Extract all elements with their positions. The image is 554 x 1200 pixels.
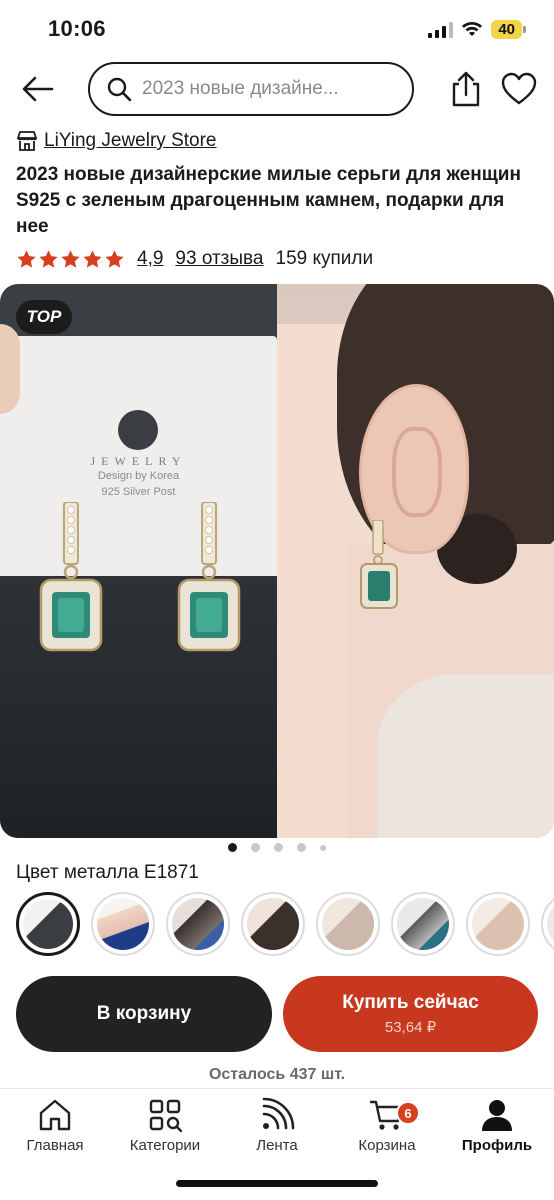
variant-swatch[interactable] bbox=[241, 892, 305, 956]
star-icon bbox=[105, 249, 124, 268]
nav-label: Корзина bbox=[358, 1137, 416, 1154]
battery-icon: 40 bbox=[491, 20, 526, 39]
variant-swatch[interactable] bbox=[91, 892, 155, 956]
swatch-thumbnail bbox=[547, 898, 554, 950]
profile-icon bbox=[482, 1100, 512, 1131]
heart-icon bbox=[501, 72, 537, 105]
rating-value[interactable]: 4,9 bbox=[137, 248, 163, 270]
stock-remaining: Осталось 437 шт. bbox=[208, 1066, 346, 1083]
nav-categories[interactable]: Категории bbox=[110, 1097, 220, 1154]
pagination-dot[interactable] bbox=[251, 843, 260, 852]
pagination-dot[interactable] bbox=[297, 843, 306, 852]
status-time: 10:06 bbox=[48, 16, 106, 41]
swatch-thumbnail bbox=[97, 898, 149, 950]
status-icons: 40 bbox=[428, 20, 526, 39]
star-icon bbox=[17, 249, 36, 268]
earring-right bbox=[177, 502, 241, 652]
status-bar: 10:06 40 bbox=[0, 0, 554, 58]
categories-icon bbox=[149, 1099, 183, 1133]
swatch-thumbnail bbox=[322, 898, 374, 950]
variant-label: Цвет металла E1871 bbox=[16, 862, 199, 883]
nav-label: Профиль bbox=[461, 1137, 533, 1154]
cart-count-badge: 6 bbox=[396, 1101, 420, 1125]
store-name: LiYing Jewelry Store bbox=[44, 130, 217, 151]
rating-row: 4,9 93 отзыва 159 купили bbox=[16, 248, 373, 270]
arrow-left-icon bbox=[22, 76, 54, 102]
add-to-cart-button[interactable]: В корзину bbox=[16, 976, 272, 1052]
top-badge: TOP bbox=[16, 300, 72, 334]
finger-shape bbox=[0, 324, 20, 414]
search-icon bbox=[107, 77, 132, 102]
variant-swatches bbox=[16, 892, 554, 956]
pagination-dot[interactable] bbox=[320, 844, 326, 851]
buy-now-label: Купить сейчас bbox=[342, 992, 479, 1013]
share-icon bbox=[452, 71, 480, 107]
swatch-thumbnail bbox=[247, 898, 299, 950]
swatch-thumbnail bbox=[172, 898, 224, 950]
signal-icon bbox=[428, 21, 454, 38]
swatch-thumbnail bbox=[23, 899, 73, 949]
star-icon bbox=[39, 249, 58, 268]
wifi-icon bbox=[462, 21, 483, 36]
pagination-dot[interactable] bbox=[228, 843, 237, 852]
buy-now-price: 53,64 ₽ bbox=[384, 1019, 437, 1036]
star-icon bbox=[83, 249, 102, 268]
shoulder-shape bbox=[377, 674, 554, 838]
feed-icon bbox=[262, 1097, 295, 1130]
swatch-thumbnail bbox=[397, 898, 449, 950]
reviews-link[interactable]: 93 отзыва bbox=[175, 248, 263, 270]
nav-profile[interactable]: Профиль bbox=[442, 1097, 552, 1154]
variant-swatch[interactable] bbox=[391, 892, 455, 956]
nav-home[interactable]: Главная bbox=[0, 1097, 110, 1154]
variant-swatch[interactable] bbox=[16, 892, 80, 956]
nav-label: Главная bbox=[26, 1137, 84, 1154]
pagination-dot[interactable] bbox=[274, 843, 283, 852]
star-icon bbox=[61, 249, 80, 268]
store-icon bbox=[17, 131, 37, 151]
ear-inner bbox=[392, 427, 442, 517]
card-design-text: Design by Korea bbox=[97, 470, 180, 482]
worn-earring bbox=[360, 520, 398, 609]
home-indicator bbox=[176, 1180, 378, 1187]
product-title: 2023 новые дизайнерские милые серьги для… bbox=[16, 164, 521, 237]
product-gallery[interactable]: JEWELRY Design by Korea 925 Silver Post bbox=[0, 284, 554, 838]
search-input[interactable] bbox=[142, 78, 382, 100]
sold-count: 159 купили bbox=[275, 248, 374, 269]
home-icon bbox=[39, 1099, 71, 1131]
rating-stars bbox=[16, 249, 125, 270]
nav-label: Категории bbox=[129, 1137, 201, 1154]
earring-left bbox=[39, 502, 103, 652]
gallery-pagination bbox=[0, 843, 554, 852]
store-link[interactable]: LiYing Jewelry Store bbox=[16, 130, 216, 152]
variant-swatch[interactable] bbox=[541, 892, 554, 956]
nav-label: Лента bbox=[256, 1137, 298, 1154]
swatch-thumbnail bbox=[472, 898, 524, 950]
card-silver-text: 925 Silver Post bbox=[101, 486, 176, 498]
variant-swatch[interactable] bbox=[466, 892, 530, 956]
favorite-button[interactable] bbox=[500, 72, 538, 106]
top-bar bbox=[0, 62, 554, 116]
variant-swatch[interactable] bbox=[316, 892, 380, 956]
search-bar[interactable] bbox=[88, 62, 414, 116]
model-photo bbox=[277, 284, 554, 838]
variant-swatch[interactable] bbox=[166, 892, 230, 956]
back-button[interactable] bbox=[20, 72, 56, 106]
card-brand-text: JEWELRY bbox=[90, 454, 187, 468]
nav-feed[interactable]: Лента bbox=[222, 1097, 332, 1154]
share-button[interactable] bbox=[448, 70, 484, 108]
product-image-card: JEWELRY Design by Korea 925 Silver Post bbox=[0, 284, 277, 838]
card-hole bbox=[118, 410, 158, 450]
buy-now-button[interactable]: Купить сейчас 53,64 ₽ bbox=[283, 976, 538, 1052]
nav-cart[interactable]: 6 Корзина bbox=[332, 1097, 442, 1154]
